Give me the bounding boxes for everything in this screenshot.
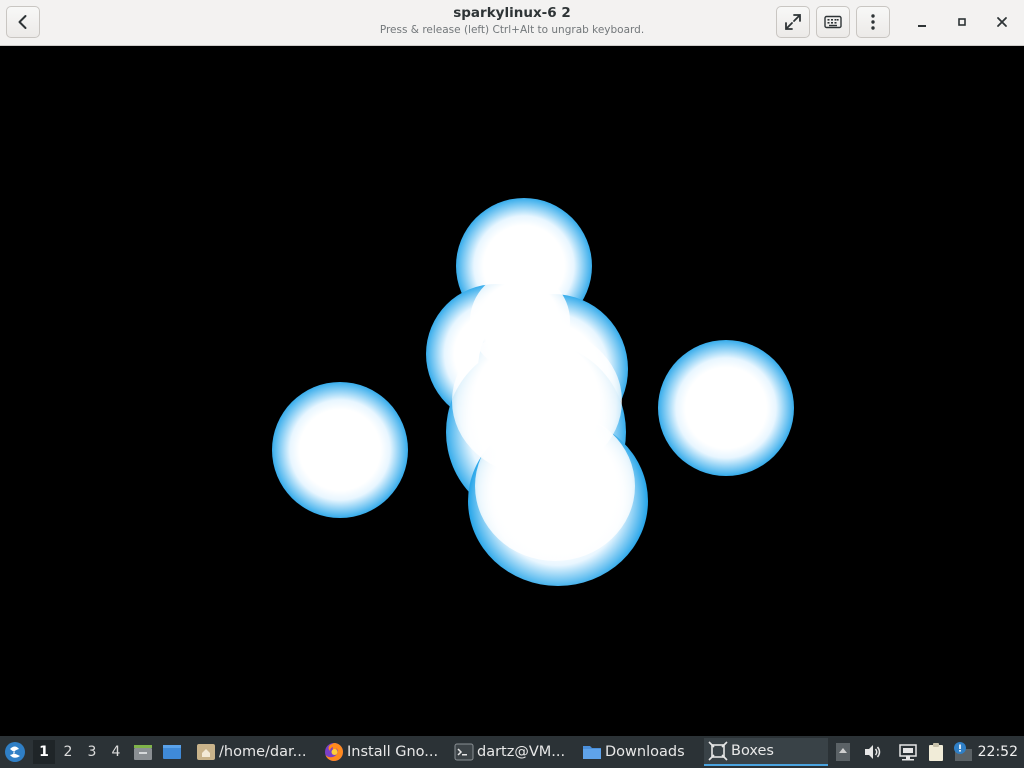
sparky-logo-icon [5,742,25,762]
maximize-button[interactable] [950,10,974,34]
clipboard-icon [929,743,943,761]
workspace-4[interactable]: 4 [105,740,127,764]
vertical-ellipsis-icon [871,14,875,30]
task-terminal[interactable]: dartz@VM... [450,738,572,766]
glow-orb [658,340,794,476]
desktop-icon [163,745,181,759]
workspace-2[interactable]: 2 [57,740,79,764]
volume-button[interactable] [862,736,884,768]
chevron-left-icon [18,15,27,29]
task-downloads[interactable]: Downloads [578,738,696,766]
minimize-icon [918,25,926,27]
fullscreen-button[interactable] [776,6,810,38]
taskbar: 1 2 3 4 /home/dar... Install Gno... dart… [0,736,1024,768]
folder-icon [583,746,601,759]
app-menu-button[interactable] [4,736,30,768]
task-label: Downloads [605,744,685,760]
back-button[interactable] [6,6,40,38]
workspace-3[interactable]: 3 [81,740,103,764]
maximize-icon [958,18,966,26]
file-manager-launcher[interactable] [133,736,155,768]
show-desktop-launcher[interactable] [162,736,184,768]
vm-display[interactable] [0,46,1024,736]
orb-core [475,411,635,561]
task-label: /home/dar... [219,744,307,760]
network-wired-icon [899,744,917,761]
chevron-up-icon [836,743,850,761]
boxes-icon [708,741,728,761]
tray-expand-button[interactable] [835,736,853,768]
task-label: Boxes [731,743,774,759]
keyboard-icon [824,15,842,29]
keyboard-button[interactable] [816,6,850,38]
close-button[interactable] [990,10,1014,34]
window-title: sparkylinux-6 2 [453,5,571,21]
firefox-icon [325,743,343,761]
minimize-button[interactable] [910,10,934,34]
drive-icon [134,745,152,760]
header-bar: sparkylinux-6 2 Press & release (left) C… [0,0,1024,46]
task-label: dartz@VM... [477,744,566,760]
task-home-folder[interactable]: /home/dar... [192,738,312,766]
task-boxes[interactable]: Boxes [704,738,828,766]
workspace-1[interactable]: 1 [33,740,55,764]
task-label: Install Gno... [347,744,439,760]
home-folder-icon [197,744,215,760]
glow-orb [272,382,408,518]
expand-arrows-icon [785,14,801,30]
updates-button[interactable] [952,736,974,768]
close-icon [997,17,1007,27]
speaker-icon [865,745,881,759]
terminal-icon [454,743,474,761]
update-notification-icon [954,742,972,761]
clipboard-button[interactable] [926,736,948,768]
window-subtitle: Press & release (left) Ctrl+Alt to ungra… [379,24,645,36]
clock[interactable]: 22:52 [978,736,1018,768]
network-button[interactable] [898,736,920,768]
menu-button[interactable] [856,6,890,38]
task-firefox[interactable]: Install Gno... [320,738,442,766]
